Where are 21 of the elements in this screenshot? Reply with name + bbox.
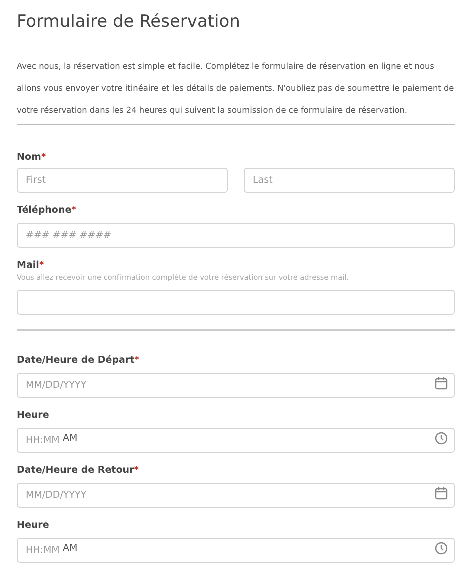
field-label: Heure xyxy=(17,410,50,422)
calendar-icon[interactable] xyxy=(435,377,448,390)
intro-paragraph: Avec nous, la réservation est simple et facile. Complétez le formulaire de réservation en ligne et nous allons vous envoyer votre itinéaire et les détails de paiements. N'oubliez pas de soumettre le paiement de votre réservation dans les 24 heures qui suivent la soumission de ce formulaire de réservation. xyxy=(17,60,455,117)
input-field[interactable]: ### ### #### xyxy=(17,223,455,248)
input-field[interactable]: First xyxy=(17,168,228,193)
input-field[interactable] xyxy=(17,290,455,315)
clock-icon[interactable] xyxy=(435,542,448,555)
field-label: Heure xyxy=(17,520,50,532)
date-field[interactable]: MM/DD/YYYY xyxy=(17,483,455,508)
date-field[interactable]: MM/DD/YYYY xyxy=(17,373,455,398)
ampm-selector[interactable]: AM xyxy=(63,432,78,445)
clock-icon[interactable] xyxy=(435,432,448,445)
field-label: Mail* xyxy=(17,260,46,272)
ampm-selector[interactable]: AM xyxy=(63,542,78,555)
input-field[interactable]: Last xyxy=(244,168,455,193)
calendar-icon[interactable] xyxy=(435,487,448,500)
field-label: Date/Heure de Départ* xyxy=(17,355,141,367)
field-label: Nom* xyxy=(17,152,48,164)
field-label: Téléphone* xyxy=(17,205,78,217)
field-label: Date/Heure de Retour* xyxy=(17,465,140,477)
form-title: Formulaire de Réservation xyxy=(17,11,242,34)
